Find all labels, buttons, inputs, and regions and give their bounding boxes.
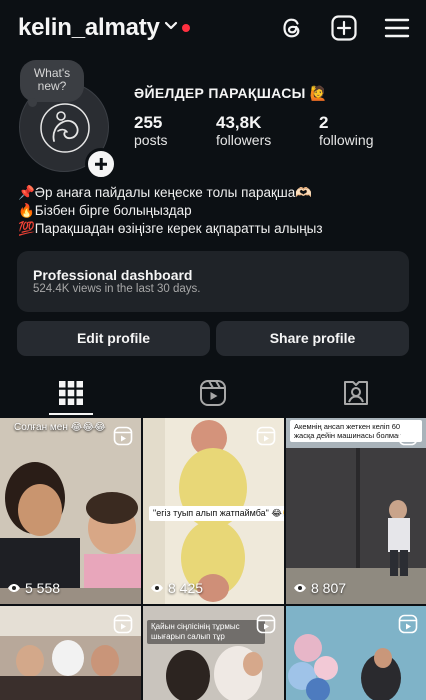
followers-label[interactable]: followers [216,132,271,148]
grid-tile[interactable] [0,606,141,700]
reel-badge-icon [113,614,133,634]
reel-badge-icon [113,426,133,446]
view-count: 8 425 [150,580,203,596]
edit-profile-button[interactable]: Edit profile [17,321,210,356]
share-profile-button[interactable]: Share profile [216,321,409,356]
add-story-plus-icon[interactable] [85,148,117,180]
followers-count[interactable]: 43,8K [216,113,261,133]
notification-dot [182,24,190,32]
bio-line-2: 🔥Бізбен бірге болыңыздар [18,203,192,218]
reel-badge-icon [398,426,418,446]
grid-tile[interactable]: Акемнің ансап жеткен келіп 60 жасқа дейі… [286,418,426,604]
view-count-value: 5 558 [25,580,61,596]
profile-username[interactable]: kelin_almaty [18,14,160,42]
mother-baby-logo-icon [40,103,90,153]
tab-grid-icon[interactable] [56,378,86,408]
tile-caption: Қайын сіңлісінің тұрмыс шығарып салып тұ… [147,620,265,644]
eye-icon [8,584,20,592]
profile-display-name: ӘЙЕЛДЕР ПАРАҚШАСЫ 🙋 [134,85,328,101]
bio-line-1: 📌Әр анаға пайдалы кеңеске толы парақша🫶🏻 [18,185,313,200]
view-count: 8 807 [293,580,346,596]
grid-tile[interactable] [286,606,426,700]
dashboard-title: Professional dashboard [33,267,193,283]
reel-badge-icon [398,614,418,634]
create-post-icon[interactable] [330,14,358,42]
grid-tile[interactable]: Қайын сіңлісінің тұрмыс шығарып салып тұ… [143,606,284,700]
menu-icon[interactable] [383,14,411,42]
threads-icon[interactable] [278,14,306,42]
posts-label[interactable]: posts [134,132,167,148]
tile-caption: "егіз туып алып жатпаймба" 😂👏 [149,506,284,521]
view-count-value: 8 425 [168,580,204,596]
grid-tile[interactable]: "егіз туып алып жатпаймба" 😂👏 8 425 [143,418,284,604]
grid-tile[interactable]: Солған мен 😂😂😂 5 558 [0,418,141,604]
reel-badge-icon [256,426,276,446]
note-bubble-tail [28,98,37,107]
active-tab-indicator [49,413,93,415]
following-count[interactable]: 2 [319,113,328,133]
tab-tagged-icon[interactable] [341,378,371,408]
following-label[interactable]: following [319,132,373,148]
bio-line-3: 💯Парақшадан өзіңізге керек ақпаратты алы… [18,221,323,236]
view-count: 5 558 [7,580,60,596]
tab-reels-icon[interactable] [198,378,228,408]
posts-count[interactable]: 255 [134,113,162,133]
dashboard-subtitle: 524.4K views in the last 30 days. [33,283,201,295]
view-count-value: 8 807 [311,580,347,596]
eye-icon [151,584,163,592]
eye-icon [294,584,306,592]
reel-badge-icon [256,614,276,634]
tile-caption: Солған мен 😂😂😂 [14,422,106,433]
note-bubble[interactable]: What's new? [20,60,84,102]
chevron-down-icon[interactable] [163,20,179,32]
